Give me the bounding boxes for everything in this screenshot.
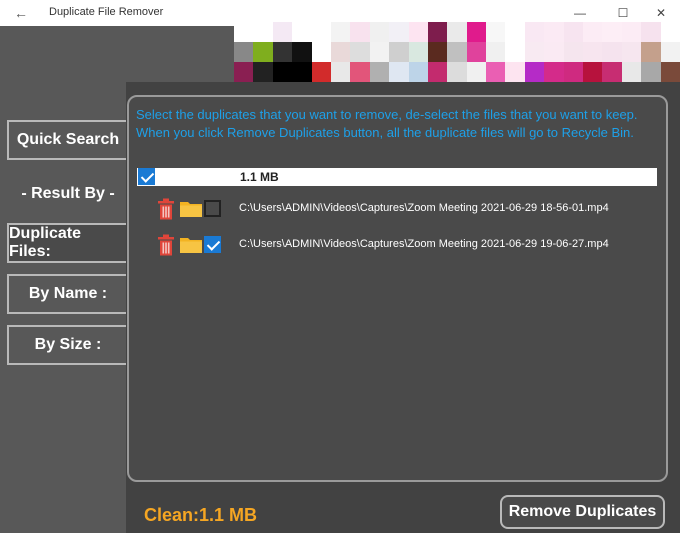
folder-icon[interactable] [180, 200, 202, 217]
pixelated-background [234, 22, 680, 82]
duplicate-group-header[interactable]: 1.1 MB [137, 168, 657, 186]
folder-icon[interactable] [180, 236, 202, 253]
file-row: C:\Users\ADMIN\Videos\Captures\Zoom Meet… [137, 232, 657, 256]
by-size-button[interactable]: By Size : [7, 325, 129, 365]
trash-icon[interactable] [157, 234, 175, 256]
minimize-icon[interactable]: — [567, 3, 593, 23]
result-by-label: - Result By - [21, 185, 115, 202]
file-row: C:\Users\ADMIN\Videos\Captures\Zoom Meet… [137, 196, 657, 220]
group-checkbox[interactable] [138, 168, 155, 185]
remove-duplicates-button[interactable]: Remove Duplicates [500, 495, 665, 529]
results-panel [127, 95, 668, 482]
back-arrow-icon[interactable]: ← [10, 3, 32, 23]
clean-size-label: Clean:1.1 MB [144, 505, 258, 525]
window-title: Duplicate File Remover [49, 6, 164, 18]
duplicate-files-button[interactable]: Duplicate Files: [7, 223, 129, 263]
maximize-icon[interactable]: ☐ [610, 3, 636, 23]
file-path: C:\Users\ADMIN\Videos\Captures\Zoom Meet… [239, 202, 609, 214]
trash-icon[interactable] [157, 198, 175, 220]
by-name-button[interactable]: By Name : [7, 274, 129, 314]
close-icon[interactable]: ✕ [648, 3, 674, 23]
quick-search-button[interactable]: Quick Search [7, 120, 129, 160]
file-checkbox[interactable] [204, 236, 221, 253]
file-path: C:\Users\ADMIN\Videos\Captures\Zoom Meet… [239, 238, 609, 250]
group-size: 1.1 MB [240, 170, 279, 184]
instructions-text: Select the duplicates that you want to r… [136, 107, 638, 140]
file-checkbox[interactable] [204, 200, 221, 217]
